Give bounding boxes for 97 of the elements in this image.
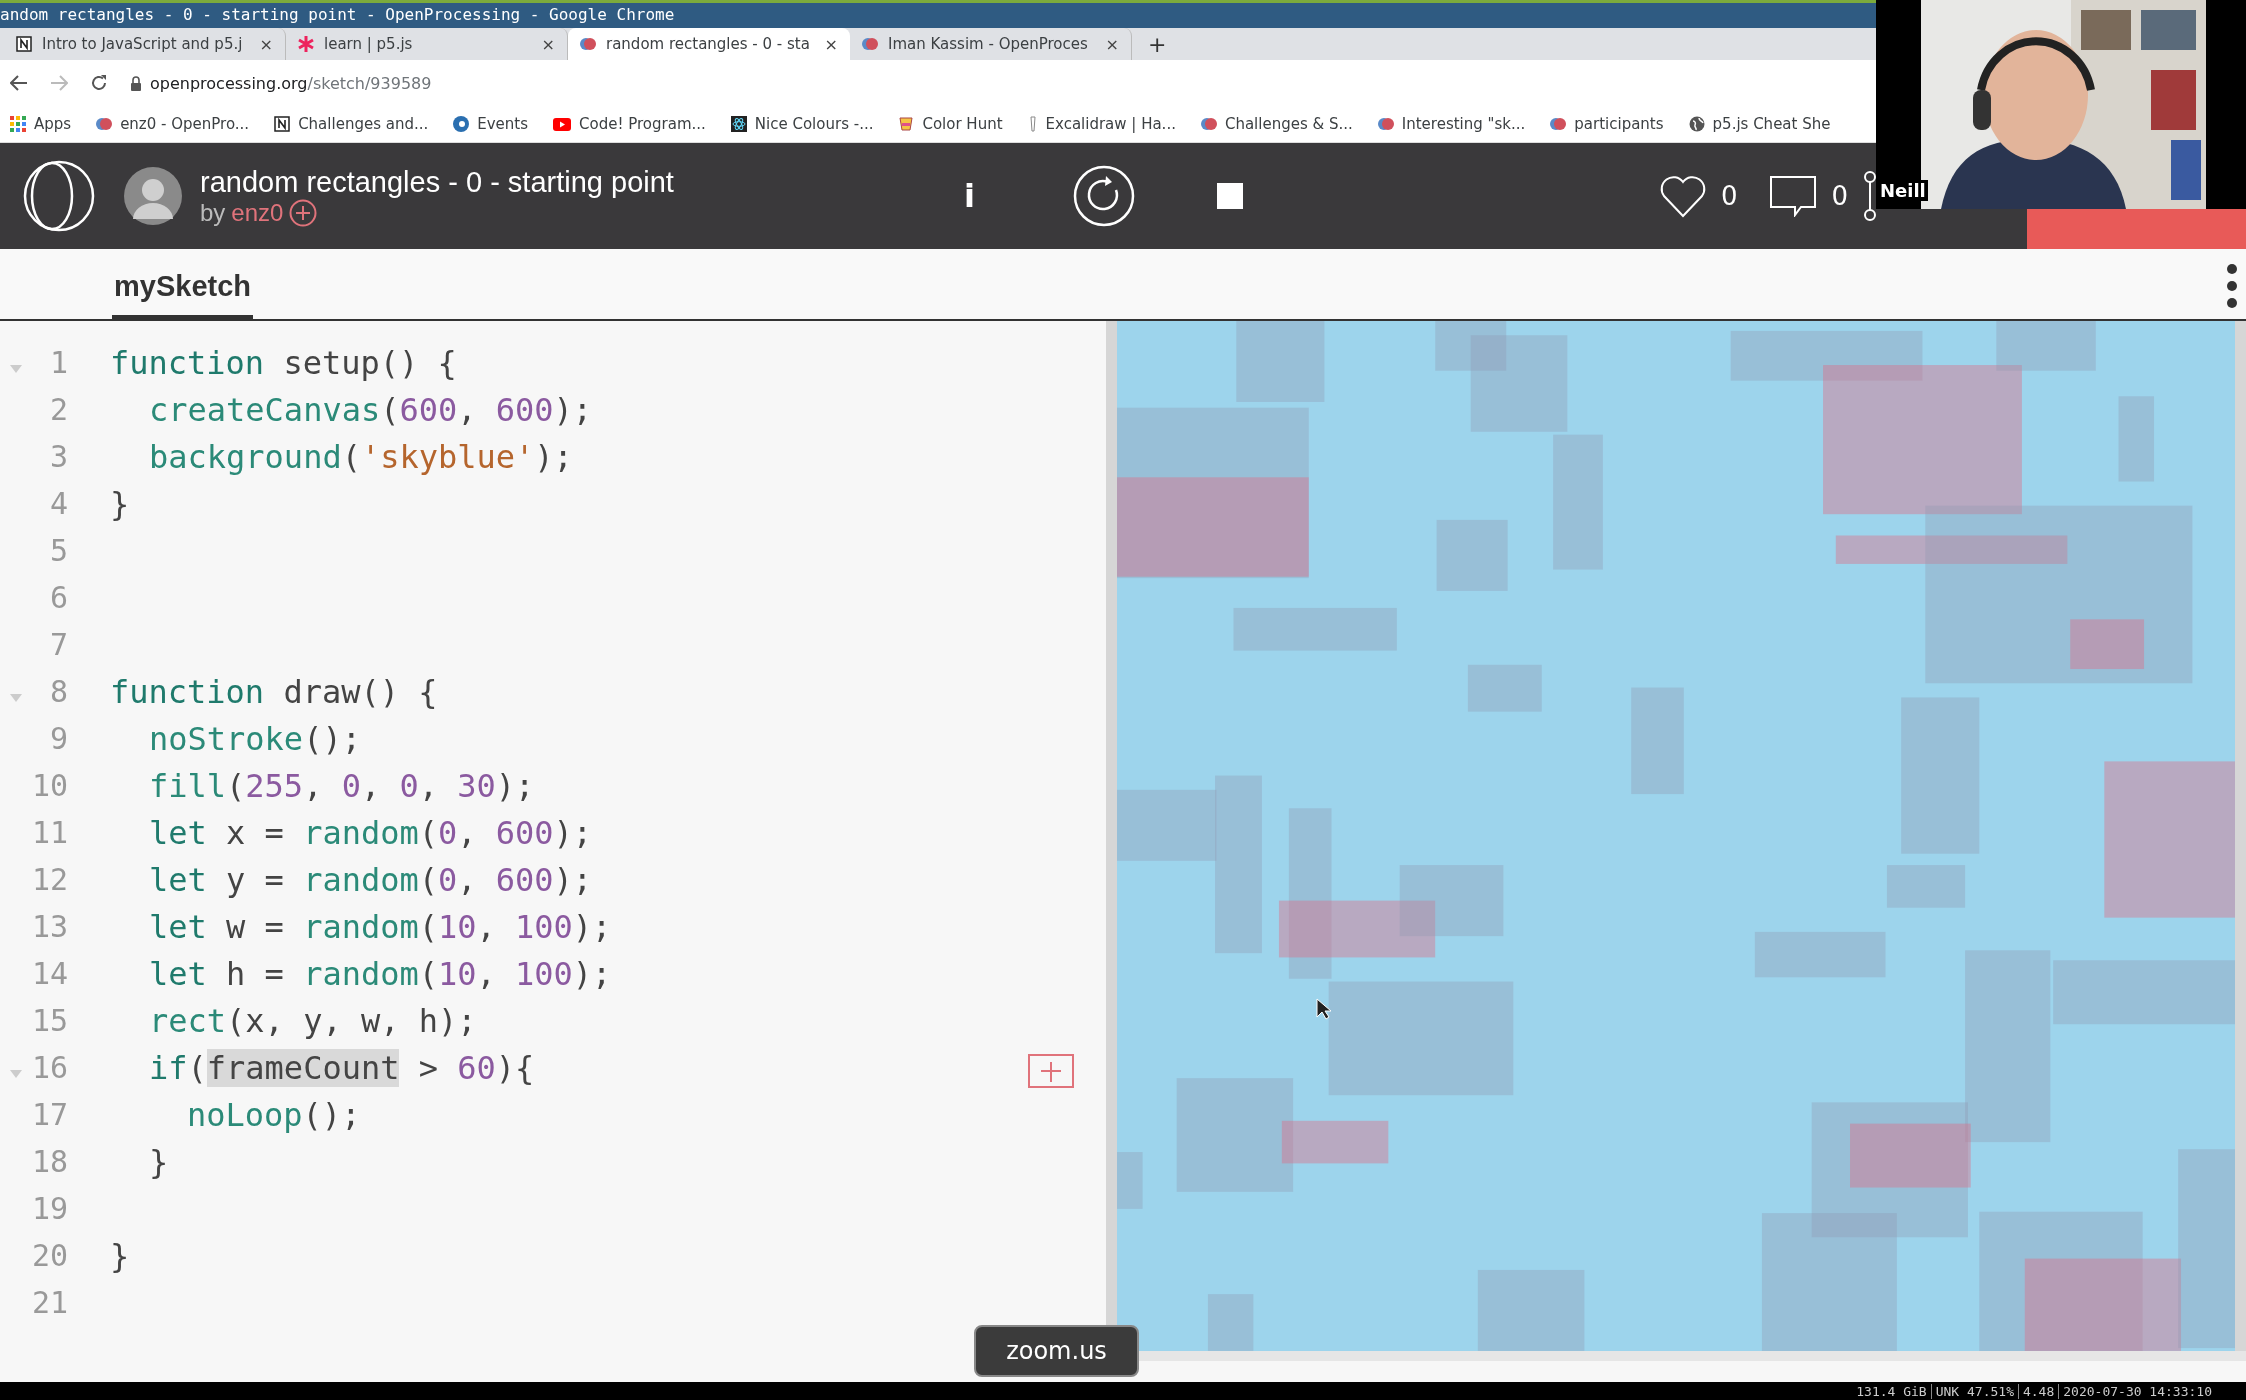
notion-icon xyxy=(274,116,291,132)
bookmark[interactable]: Challenges & S... xyxy=(1200,115,1353,133)
line-number: 16 xyxy=(31,1050,68,1085)
line-number: 17 xyxy=(31,1097,68,1132)
site-icon xyxy=(862,36,878,52)
code-line: let h = random(10, 100); xyxy=(149,954,612,993)
code-line: background('skyblue'); xyxy=(149,437,573,476)
line-number: 10 xyxy=(31,768,68,803)
bookmark[interactable]: Interesting "sk... xyxy=(1377,115,1526,133)
author-link[interactable]: enz0 xyxy=(231,199,284,227)
plus-circle-icon[interactable] xyxy=(289,199,318,227)
bookmark[interactable]: Challenges and... xyxy=(274,115,429,133)
line-number: 18 xyxy=(31,1144,68,1179)
close-icon[interactable]: × xyxy=(1105,34,1119,54)
line-number: 5 xyxy=(49,533,68,568)
cup-icon xyxy=(898,116,915,132)
new-tab-button[interactable]: + xyxy=(1148,31,1167,57)
status-text: UNK 47.51% xyxy=(1930,1383,2018,1399)
stop-icon[interactable] xyxy=(1216,183,1243,209)
close-icon[interactable]: × xyxy=(824,34,838,54)
like-count: 0 xyxy=(1720,181,1738,211)
line-number: 6 xyxy=(49,580,68,615)
line-number: 2 xyxy=(49,392,68,427)
atom-icon xyxy=(730,116,747,132)
code-line: function draw() { xyxy=(110,672,438,711)
avatar[interactable] xyxy=(124,167,182,225)
bookmark[interactable]: Excalidraw | Ha... xyxy=(1027,115,1176,133)
code-line: } xyxy=(110,1236,130,1275)
comment-count: 0 xyxy=(1831,181,1848,211)
status-text: 4.48 xyxy=(2017,1383,2059,1399)
tooltip: zoom.us xyxy=(974,1325,1139,1377)
line-number: 1 xyxy=(49,345,68,380)
line-number: 4 xyxy=(49,486,68,521)
comment-icon[interactable] xyxy=(1769,175,1818,217)
reload-icon[interactable] xyxy=(90,74,108,92)
globe-icon xyxy=(1688,116,1705,132)
code-line: } xyxy=(110,484,130,523)
video-play-icon xyxy=(553,117,572,131)
line-number: 19 xyxy=(31,1191,68,1226)
pen-icon xyxy=(1027,116,1038,132)
line-number: 7 xyxy=(49,627,68,662)
url-field[interactable]: openprocessing.org/sketch/939589 xyxy=(150,73,432,93)
participant-name: Neill xyxy=(1878,180,1928,201)
line-number: 11 xyxy=(31,815,68,850)
code-line: let w = random(10, 100); xyxy=(149,907,612,946)
info-button[interactable]: i xyxy=(963,177,975,215)
by-label: by xyxy=(200,199,226,227)
bookmark[interactable]: p5.js Cheat She xyxy=(1688,115,1831,133)
sketch-title: random rectangles - 0 - starting point xyxy=(200,165,674,199)
code-line: function setup() { xyxy=(110,343,457,382)
line-number: 21 xyxy=(31,1285,68,1320)
code-line: fill(255, 0, 0, 30); xyxy=(149,766,535,805)
lock-icon xyxy=(130,75,142,91)
site-icon xyxy=(1377,116,1394,132)
bookmark[interactable]: participants xyxy=(1550,115,1664,133)
back-icon[interactable] xyxy=(10,74,28,92)
line-number: 3 xyxy=(49,439,68,474)
site-icon xyxy=(96,116,113,132)
line-number: 20 xyxy=(31,1238,68,1273)
bookmark[interactable]: Code! Program... xyxy=(553,115,706,133)
menu-icon[interactable] xyxy=(2226,263,2238,309)
line-number: 12 xyxy=(31,862,68,897)
line-number: 8 xyxy=(49,674,68,709)
close-icon[interactable]: × xyxy=(541,34,555,54)
close-icon[interactable]: × xyxy=(259,34,273,54)
bookmark[interactable]: Apps xyxy=(10,115,72,133)
status-text: 2020-07-30 14:33:10 xyxy=(2058,1383,2216,1399)
star-icon xyxy=(298,36,314,52)
line-number: 15 xyxy=(31,1003,68,1038)
status-text: 131.4 GiB xyxy=(1855,1383,1928,1399)
heart-icon[interactable] xyxy=(1658,174,1707,218)
notion-icon xyxy=(16,36,32,52)
bookmark[interactable]: enz0 - OpenPro... xyxy=(96,115,250,133)
code-line: } xyxy=(149,1142,169,1181)
fork-icon[interactable] xyxy=(1861,171,1878,221)
bookmark[interactable]: Color Hunt xyxy=(898,115,1003,133)
site-icon xyxy=(1200,116,1217,132)
scrollbar[interactable] xyxy=(2235,321,2246,1351)
code-line: rect(x, y, w, h); xyxy=(149,1001,477,1040)
line-number: 9 xyxy=(49,721,68,756)
browser-tab[interactable]: random rectangles - 0 - sta × xyxy=(568,28,850,60)
code-line: let y = random(0, 600); xyxy=(149,860,593,899)
code-line: noLoop(); xyxy=(187,1095,361,1134)
code-line: createCanvas(600, 600); xyxy=(149,390,593,429)
bookmark[interactable]: Nice Colours -... xyxy=(730,115,874,133)
line-number: 13 xyxy=(31,909,68,944)
line-number: 14 xyxy=(31,956,68,991)
code-line: noStroke(); xyxy=(149,719,361,758)
swirl-icon xyxy=(453,116,470,132)
apps-grid-icon xyxy=(10,116,26,132)
restart-icon[interactable] xyxy=(1072,165,1135,227)
logo-icon[interactable] xyxy=(22,159,96,233)
code-line: let x = random(0, 600); xyxy=(149,813,593,852)
site-icon xyxy=(1550,116,1567,132)
cursor-icon xyxy=(1316,998,1332,1020)
bookmark[interactable]: Events xyxy=(453,115,529,133)
site-icon xyxy=(580,36,596,52)
